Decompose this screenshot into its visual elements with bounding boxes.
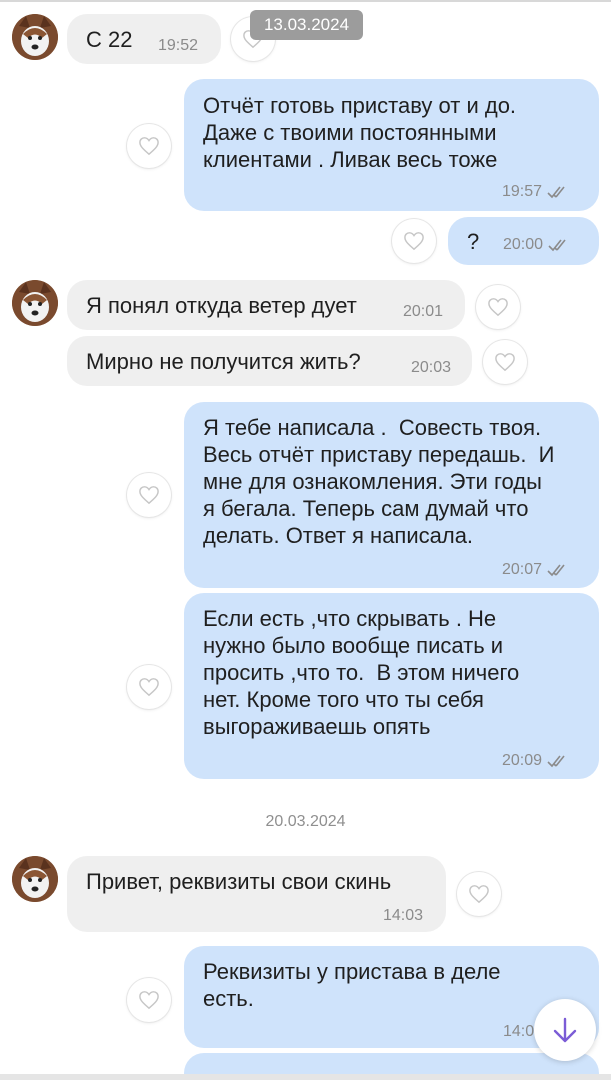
dog-avatar-icon [12, 14, 58, 60]
message-time: 14:0 [503, 1023, 535, 1040]
like-button[interactable] [127, 124, 171, 168]
message-bubble-incoming[interactable]: Я понял откуда ветер дует 20:01 [67, 280, 465, 330]
message-meta: 20:07 [502, 556, 571, 583]
message-bubble-outgoing[interactable]: Отчёт готовь приставу от и до. Даже с тв… [184, 79, 599, 211]
heart-outline-icon [495, 353, 515, 372]
like-button[interactable] [476, 285, 520, 329]
heart-outline-icon [469, 885, 489, 904]
contact-avatar[interactable] [12, 14, 58, 60]
message-time: 19:57 [502, 183, 543, 200]
like-button[interactable] [392, 219, 436, 263]
message-bubble-incoming[interactable]: Мирно не получится жить? 20:03 [67, 336, 472, 386]
contact-avatar[interactable] [12, 856, 58, 902]
message-time: 20:09 [502, 752, 543, 769]
arrow-down-icon [553, 1017, 577, 1043]
heart-outline-icon [139, 486, 159, 505]
double-check-icon [547, 186, 565, 198]
heart-outline-icon [488, 298, 508, 317]
message-time: 20:01 [403, 303, 444, 320]
dog-avatar-icon [12, 280, 58, 326]
bottom-bar [0, 1074, 611, 1080]
top-divider [0, 0, 611, 2]
like-button[interactable] [127, 978, 171, 1022]
message-text: Отчёт готовь приставу от и до. Даже с тв… [203, 93, 517, 172]
message-time: 20:00 [503, 236, 544, 253]
dog-avatar-icon [12, 856, 58, 902]
message-meta: 20:00 [503, 231, 572, 258]
message-text: Я тебе написала . Совесть твоя. Весь отч… [203, 415, 555, 548]
scroll-to-bottom-button[interactable] [534, 999, 596, 1061]
message-text: Мирно не получится жить? [86, 349, 361, 374]
heart-outline-icon [139, 678, 159, 697]
message-time: 19:52 [158, 37, 199, 54]
like-button[interactable] [127, 473, 171, 517]
like-button[interactable] [127, 665, 171, 709]
message-meta: 20:09 [502, 747, 571, 774]
message-text: ? [467, 229, 480, 254]
message-text: Если есть ,что скрывать . Не нужно было … [203, 606, 520, 739]
double-check-icon [548, 239, 566, 251]
heart-outline-icon [139, 991, 159, 1010]
message-text: Реквизиты у пристава в деле есть. [203, 959, 501, 1011]
message-bubble-outgoing[interactable]: ? 20:00 [448, 217, 599, 265]
double-check-icon [547, 564, 565, 576]
heart-outline-icon [404, 232, 424, 251]
sticky-date-badge: 13.03.2024 [250, 10, 363, 40]
heart-outline-icon [139, 137, 159, 156]
message-meta: 19:57 [502, 178, 571, 205]
message-time: 14:03 [383, 907, 424, 924]
date-separator: 20.03.2024 [265, 813, 346, 830]
double-check-icon [547, 755, 565, 767]
message-bubble-outgoing[interactable] [184, 1053, 599, 1074]
like-button[interactable] [457, 872, 501, 916]
message-time: 20:03 [411, 359, 452, 376]
message-text: С 22 [86, 27, 133, 52]
message-text: Привет, реквизиты свои скинь [86, 869, 392, 894]
message-bubble-outgoing[interactable]: Я тебе написала . Совесть твоя. Весь отч… [184, 402, 599, 588]
message-text: Я понял откуда ветер дует [86, 293, 357, 318]
contact-avatar[interactable] [12, 280, 58, 326]
message-bubble-incoming[interactable]: Привет, реквизиты свои скинь 14:03 [67, 856, 446, 932]
message-bubble-incoming[interactable]: С 22 19:52 [67, 14, 221, 64]
like-button[interactable] [483, 340, 527, 384]
message-time: 20:07 [502, 561, 543, 578]
message-bubble-outgoing[interactable]: Если есть ,что скрывать . Не нужно было … [184, 593, 599, 779]
